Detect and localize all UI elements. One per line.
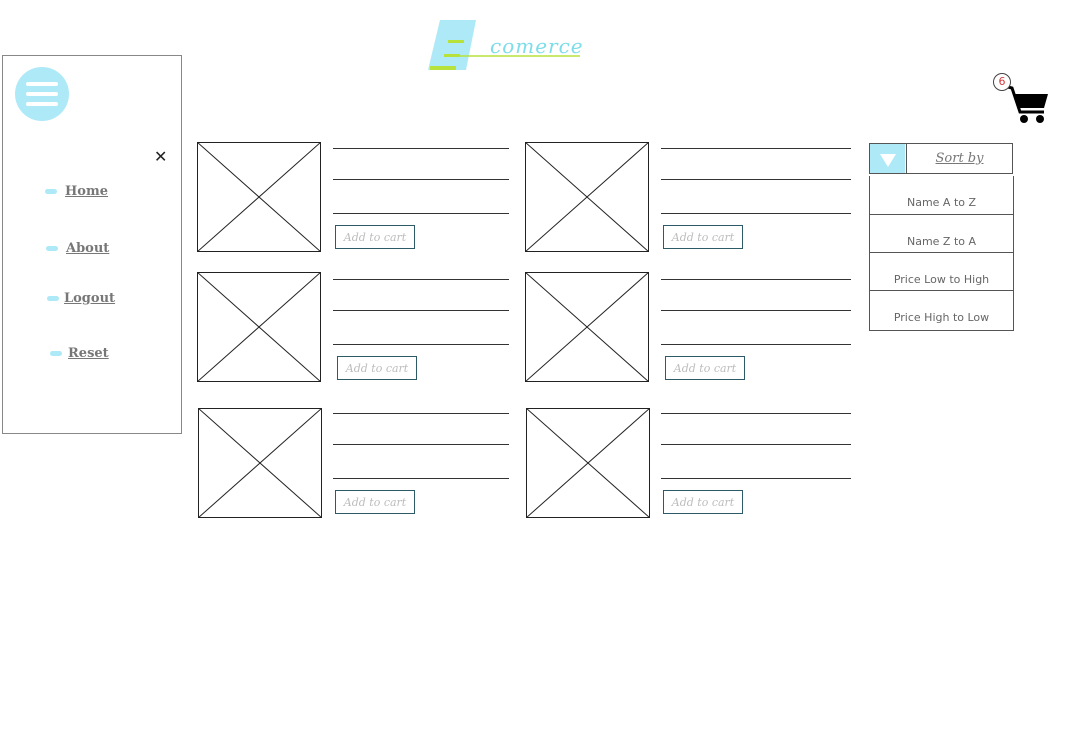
product-text-line <box>661 279 851 280</box>
add-to-cart-button[interactable]: Add to cart <box>337 356 417 380</box>
product-image-placeholder <box>198 408 322 518</box>
sidebar-item-about[interactable]: About <box>46 241 109 256</box>
dropdown-arrow-button[interactable] <box>870 144 905 173</box>
product-text-line <box>661 344 851 345</box>
add-to-cart-button[interactable]: Add to cart <box>663 490 743 514</box>
product-text-line <box>333 213 509 214</box>
bullet-icon <box>46 246 58 251</box>
add-to-cart-button[interactable]: Add to cart <box>663 225 743 249</box>
product-text-line <box>661 310 851 311</box>
sidebar-item-label: Reset <box>68 346 109 361</box>
sort-option-name-desc[interactable]: Name Z to A <box>870 214 1013 252</box>
close-icon[interactable]: ✕ <box>154 149 167 165</box>
product-image-placeholder <box>525 272 649 382</box>
product-text-line <box>333 310 509 311</box>
product-card: Add to cart <box>198 408 518 524</box>
bullet-icon <box>47 296 59 301</box>
sort-label: Sort by <box>906 144 1012 173</box>
product-text-line <box>661 478 851 479</box>
product-card: Add to cart <box>525 142 851 258</box>
product-text-line <box>333 413 509 414</box>
logo-text: comerce <box>490 34 584 58</box>
sidebar-item-label: About <box>66 241 110 256</box>
bullet-icon <box>45 189 57 194</box>
product-image-placeholder <box>197 272 321 382</box>
product-text-line <box>333 478 509 479</box>
sidebar-item-reset[interactable]: Reset <box>50 346 109 361</box>
product-text-line <box>333 444 509 445</box>
sort-option-price-desc[interactable]: Price High to Low <box>870 290 1013 328</box>
product-text-line <box>661 413 851 414</box>
product-text-line <box>333 279 509 280</box>
product-image-placeholder <box>197 142 321 252</box>
hamburger-menu-icon[interactable] <box>15 67 69 121</box>
add-to-cart-button[interactable]: Add to cart <box>335 225 415 249</box>
sort-options-list: Name A to Z Name Z to A Price Low to Hig… <box>869 176 1014 331</box>
sidebar-item-logout[interactable]: Logout <box>47 291 115 306</box>
product-card: Add to cart <box>525 272 851 388</box>
product-card: Add to cart <box>526 408 851 524</box>
sort-option-name-asc[interactable]: Name A to Z <box>870 176 1013 214</box>
sort-option-price-asc[interactable]: Price Low to High <box>870 252 1013 290</box>
cart-count-badge: 6 <box>993 73 1011 91</box>
add-to-cart-button[interactable]: Add to cart <box>335 490 415 514</box>
sidebar-item-label: Logout <box>64 291 116 306</box>
triangle-down-icon <box>880 154 896 167</box>
product-text-line <box>333 344 509 345</box>
product-card: Add to cart <box>197 272 517 388</box>
product-text-line <box>661 179 851 180</box>
product-text-line <box>333 148 509 149</box>
add-to-cart-button[interactable]: Add to cart <box>665 356 745 380</box>
product-text-line <box>661 148 851 149</box>
sort-dropdown[interactable]: Sort by <box>869 143 1013 174</box>
product-text-line <box>661 444 851 445</box>
product-card: Add to cart <box>197 142 517 258</box>
product-text-line <box>661 213 851 214</box>
product-text-line <box>333 179 509 180</box>
sidebar-item-label: Home <box>65 184 108 199</box>
bullet-icon <box>50 351 62 356</box>
product-image-placeholder <box>525 142 649 252</box>
sidebar-item-home[interactable]: Home <box>45 184 108 199</box>
product-image-placeholder <box>526 408 650 518</box>
